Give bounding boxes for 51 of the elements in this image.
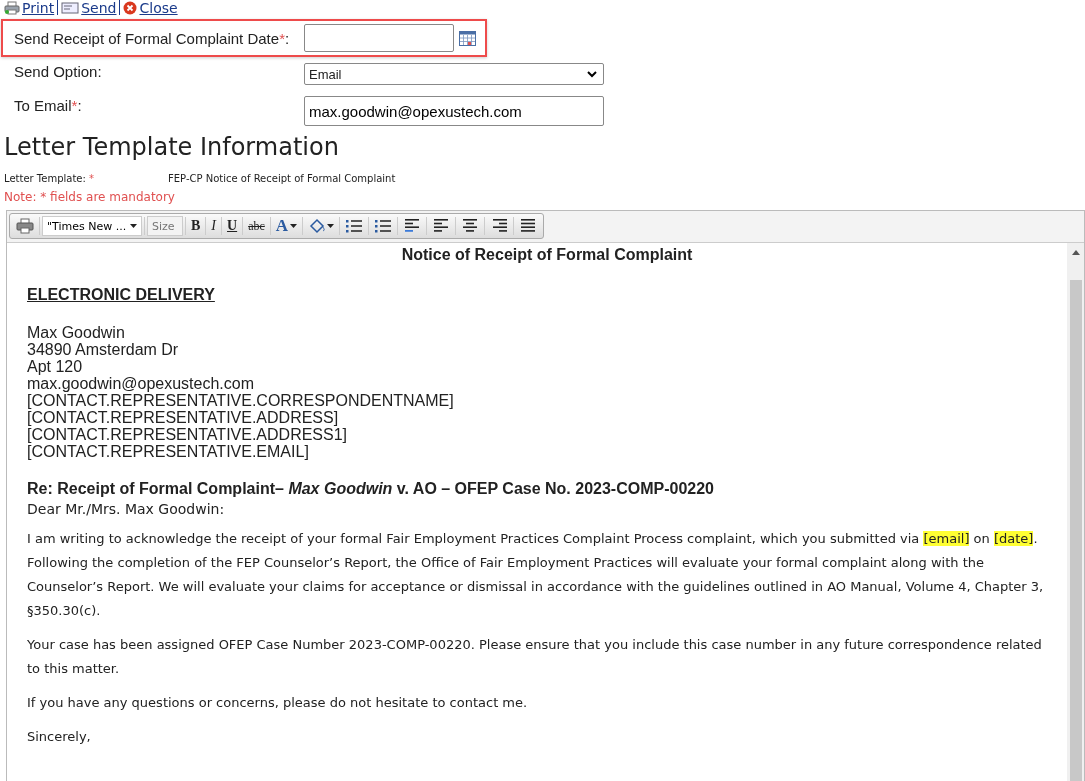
text-align-icon: [461, 218, 480, 234]
chevron-down-icon: [587, 70, 597, 78]
delivery-heading: ELECTRONIC DELIVERY: [27, 286, 216, 304]
strike-button[interactable]: abc: [245, 215, 268, 237]
close-link[interactable]: Close: [123, 0, 178, 16]
printer-icon: [4, 0, 20, 15]
send-link[interactable]: Send: [61, 0, 117, 16]
letter-paragraph: Your case has been assigned OFEP Case Number 2023-COMP-00220. Please ensure that you include this case number in any future correspondence related to this matter.: [27, 636, 1043, 678]
scrollbar[interactable]: [1067, 243, 1084, 781]
address-line: [CONTACT.REPRESENTATIVE.ADDRESS]: [27, 409, 340, 426]
calendar-icon[interactable]: [459, 30, 476, 46]
greeting: Dear Mr./Mrs. Max Goodwin:: [27, 501, 226, 517]
italic-button[interactable]: I: [208, 215, 219, 237]
address-line: [CONTACT.REPRESENTATIVE.EMAIL]: [27, 443, 310, 460]
text-align-icon: [403, 218, 422, 234]
address-line: Apt 120: [27, 358, 84, 375]
letter-paragraph: Sincerely,: [27, 728, 92, 746]
size-field[interactable]: Size: [147, 216, 183, 236]
template-label: Letter Template: *: [4, 173, 95, 184]
underline-button[interactable]: U: [224, 215, 241, 237]
address-line: [CONTACT.REPRESENTATIVE.ADDRESS1]: [27, 426, 349, 443]
field-label: Send Option:: [14, 62, 103, 80]
text-align-icon: [519, 218, 538, 234]
date-field[interactable]: [304, 24, 454, 52]
print-link[interactable]: Print: [4, 0, 55, 16]
font-dropdown[interactable]: "Times New ...: [42, 216, 142, 236]
scroll-up-icon[interactable]: [1071, 249, 1080, 255]
print-button[interactable]: [13, 215, 37, 237]
envelope-icon: [61, 1, 80, 14]
caret-icon: [130, 224, 137, 228]
address-line: [CONTACT.REPRESENTATIVE.CORRESPONDENTNAME]: [27, 392, 455, 409]
email-field[interactable]: max.goodwin@opexustech.com: [304, 96, 604, 126]
text-align-icon: [432, 218, 451, 234]
address-line: 34890 Amsterdam Dr: [27, 341, 180, 358]
send-option-dropdown[interactable]: Email: [304, 63, 604, 85]
letter-title: Notice of Receipt of Formal Complaint: [400, 246, 694, 264]
close-icon: [123, 0, 138, 15]
caret-icon: [290, 224, 298, 228]
section-title: Letter Template Information: [4, 133, 340, 161]
field-label: To Email*:: [14, 96, 83, 114]
address-line: Max Goodwin: [27, 324, 126, 341]
address-line: max.goodwin@opexustech.com: [27, 375, 256, 392]
font-color-button[interactable]: A: [272, 215, 301, 237]
subject-line: Re: Receipt of Formal Complaint– Max Goodwin v. AO – OFEP Case No. 2023-COMP-00220: [27, 480, 715, 498]
mandatory-note: Note: * fields are mandatory: [4, 190, 176, 204]
letter-paragraph: If you have any questions or concerns, please do not hesitate to contact me.: [27, 694, 529, 712]
bold-button[interactable]: B: [188, 215, 204, 237]
text-align-icon: [490, 218, 509, 234]
letter-paragraph: I am writing to acknowledge the receipt of your formal Fair Employment Practices Complaint Process complaint, which you submitted via [email] on [date]. Following the completion of the FEP Counselor’s Report, the Office of Fair Employment Practices will evaluate your formal complaint along with the Counselor’s Report. We will evaluate your claims for acceptance or dismissal in accordance with the guidelines outlined in AO Manual, Volume 4, Chapter 3, §350.30(c).: [27, 530, 1045, 620]
field-label: Send Receipt of Formal Complaint Date*:: [14, 29, 291, 47]
template-name: FEP-CP Notice of Receipt of Formal Complaint: [168, 173, 396, 184]
